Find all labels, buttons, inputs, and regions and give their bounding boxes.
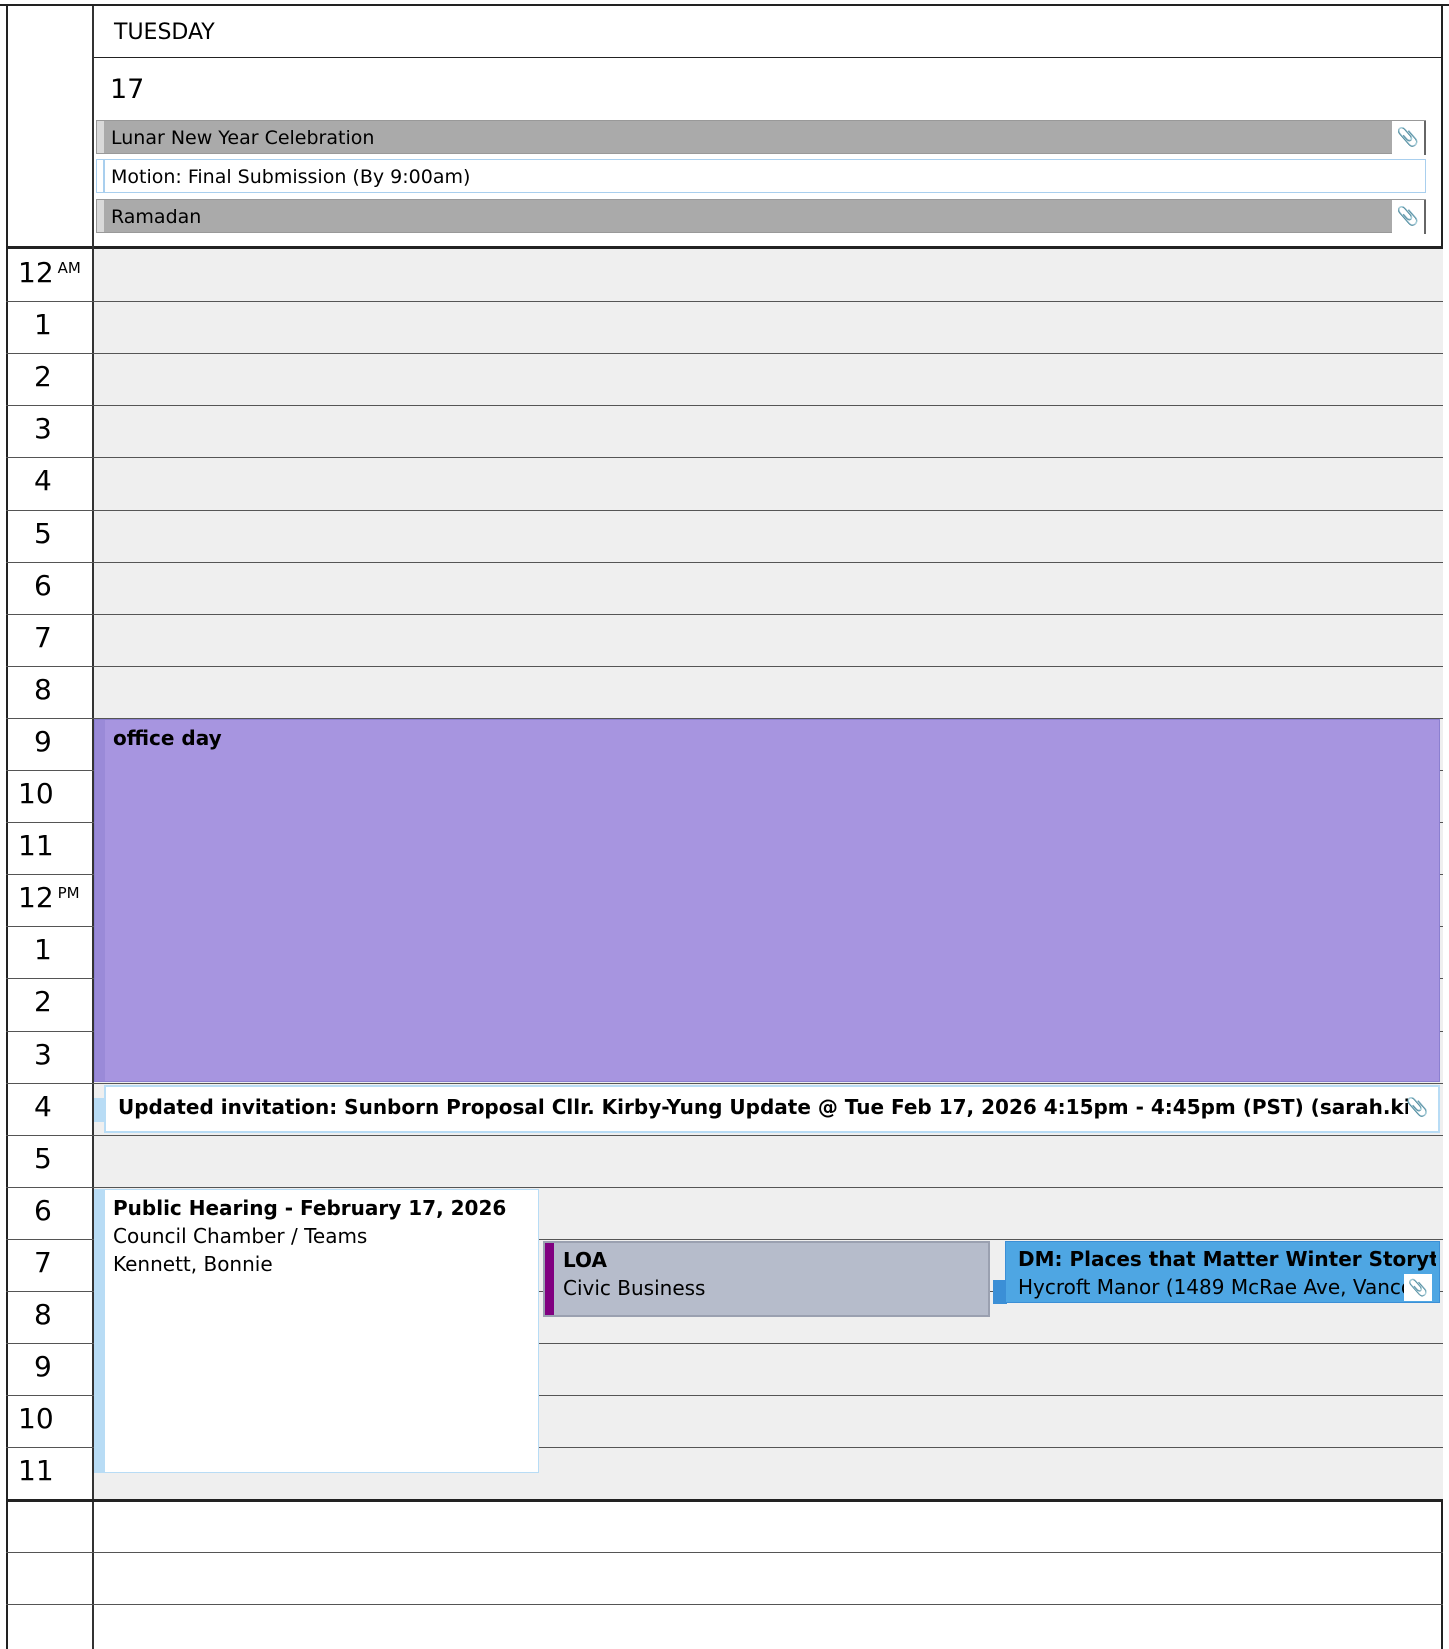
event-title: Updated invitation: Sunborn Proposal Cll… xyxy=(118,1095,1408,1119)
hour-divider xyxy=(6,1187,1443,1188)
event-title: Motion: Final Submission (By 9:00am) xyxy=(111,166,471,188)
hour-label: 5 xyxy=(34,520,52,548)
day-number[interactable]: 17 xyxy=(110,74,144,105)
hour-label: 6 xyxy=(34,572,52,600)
all-day-event-motion-final-submission[interactable]: Motion: Final Submission (By 9:00am) xyxy=(96,159,1426,193)
event-location: Civic Business xyxy=(563,1276,706,1300)
trailing-row-line xyxy=(6,1552,1443,1553)
hour-number: 10 xyxy=(18,1402,54,1435)
hour-label: 6 xyxy=(34,1197,52,1225)
hour-number: 12 xyxy=(18,881,54,914)
hour-label: 10 xyxy=(18,1405,54,1433)
hour-divider xyxy=(6,614,1443,615)
hour-divider xyxy=(6,1083,1443,1084)
hour-number: 8 xyxy=(34,673,52,706)
hour-label: 3 xyxy=(34,1041,52,1069)
hour-divider xyxy=(6,457,1443,458)
event-updated-invitation[interactable]: Updated invitation: Sunborn Proposal Cll… xyxy=(104,1085,1440,1133)
all-day-event-ramadan[interactable]: Ramadan xyxy=(96,199,1426,233)
hour-divider xyxy=(6,666,1443,667)
hour-number: 1 xyxy=(34,308,52,341)
hour-divider xyxy=(6,510,1443,511)
hour-number: 2 xyxy=(34,360,52,393)
event-organizer: Kennett, Bonnie xyxy=(113,1252,273,1276)
paperclip-icon: 📎 xyxy=(1392,200,1426,234)
hour-divider xyxy=(6,405,1443,406)
hour-label: 4 xyxy=(34,467,52,495)
hour-label: 7 xyxy=(34,1249,52,1277)
event-title: office day xyxy=(113,726,222,750)
hour-label: 2 xyxy=(34,363,52,391)
hour-label: 5 xyxy=(34,1145,52,1173)
paperclip-icon: 📎 xyxy=(1406,1097,1429,1118)
paperclip-icon: 📎 xyxy=(1392,121,1426,155)
hour-label: 7 xyxy=(34,624,52,652)
hour-label: 2 xyxy=(34,988,52,1016)
event-title: LOA xyxy=(563,1248,607,1272)
hour-label: 9 xyxy=(34,728,52,756)
hour-number: 9 xyxy=(34,1350,52,1383)
hour-number: 1 xyxy=(34,933,52,966)
hour-number: 4 xyxy=(34,1090,52,1123)
event-dm-places-that-matter[interactable]: DM: Places that Matter Winter Storytelli… xyxy=(1005,1241,1440,1303)
event-office-day[interactable]: office day xyxy=(94,719,1440,1082)
hour-number: 7 xyxy=(34,621,52,654)
trailing-row-line xyxy=(6,1604,1443,1605)
hour-divider xyxy=(6,562,1443,563)
hour-number: 9 xyxy=(34,725,52,758)
day-end-separator xyxy=(6,1499,1443,1502)
hour-number: 6 xyxy=(34,569,52,602)
hour-label: 1 xyxy=(34,936,52,964)
hour-label: 8 xyxy=(34,1301,52,1329)
event-title: Public Hearing - February 17, 2026 xyxy=(113,1196,507,1220)
am-pm-suffix: AM xyxy=(57,259,81,277)
day-calendar-view: TUESDAY 17 Lunar New Year Celebration 📎 … xyxy=(0,0,1449,1649)
am-pm-suffix: PM xyxy=(57,884,80,902)
hour-label: 8 xyxy=(34,676,52,704)
hour-label: 11 xyxy=(18,832,54,860)
event-title: Ramadan xyxy=(111,206,202,228)
event-title: Lunar New Year Celebration xyxy=(111,127,375,149)
day-header: TUESDAY xyxy=(92,6,1443,58)
hour-number: 6 xyxy=(34,1194,52,1227)
day-name: TUESDAY xyxy=(114,20,215,45)
hour-label: 4 xyxy=(34,1093,52,1121)
hour-divider xyxy=(6,1135,1443,1136)
event-public-hearing[interactable]: Public Hearing - February 17, 2026 Counc… xyxy=(94,1189,539,1473)
hour-number: 3 xyxy=(34,1038,52,1071)
hour-label: 1 xyxy=(34,311,52,339)
hour-divider xyxy=(6,353,1443,354)
event-location: Hycroft Manor (1489 McRae Ave, Vancou xyxy=(1018,1275,1408,1299)
hour-number: 10 xyxy=(18,777,54,810)
hour-label: 12 PM xyxy=(18,884,80,912)
hour-number: 5 xyxy=(34,1142,52,1175)
hour-number: 4 xyxy=(34,464,52,497)
all-day-event-lunar-new-year[interactable]: Lunar New Year Celebration xyxy=(96,120,1426,154)
hour-label: 3 xyxy=(34,415,52,443)
hour-label: 11 xyxy=(18,1457,54,1485)
hour-number: 12 xyxy=(18,256,54,289)
event-loa[interactable]: LOA Civic Business xyxy=(543,1241,990,1317)
hour-number: 8 xyxy=(34,1298,52,1331)
hour-label: 12 AM xyxy=(18,259,81,287)
hour-number: 5 xyxy=(34,517,52,550)
hour-number: 11 xyxy=(18,829,54,862)
hour-divider xyxy=(6,301,1443,302)
hour-number: 3 xyxy=(34,412,52,445)
event-location: Council Chamber / Teams xyxy=(113,1224,368,1248)
event-title: DM: Places that Matter Winter Storytelli… xyxy=(1018,1247,1436,1271)
paperclip-icon: 📎 xyxy=(1404,1274,1432,1301)
hour-label: 10 xyxy=(18,780,54,808)
hour-label: 9 xyxy=(34,1353,52,1381)
hour-number: 7 xyxy=(34,1246,52,1279)
hour-number: 2 xyxy=(34,985,52,1018)
hour-number: 11 xyxy=(18,1454,54,1487)
